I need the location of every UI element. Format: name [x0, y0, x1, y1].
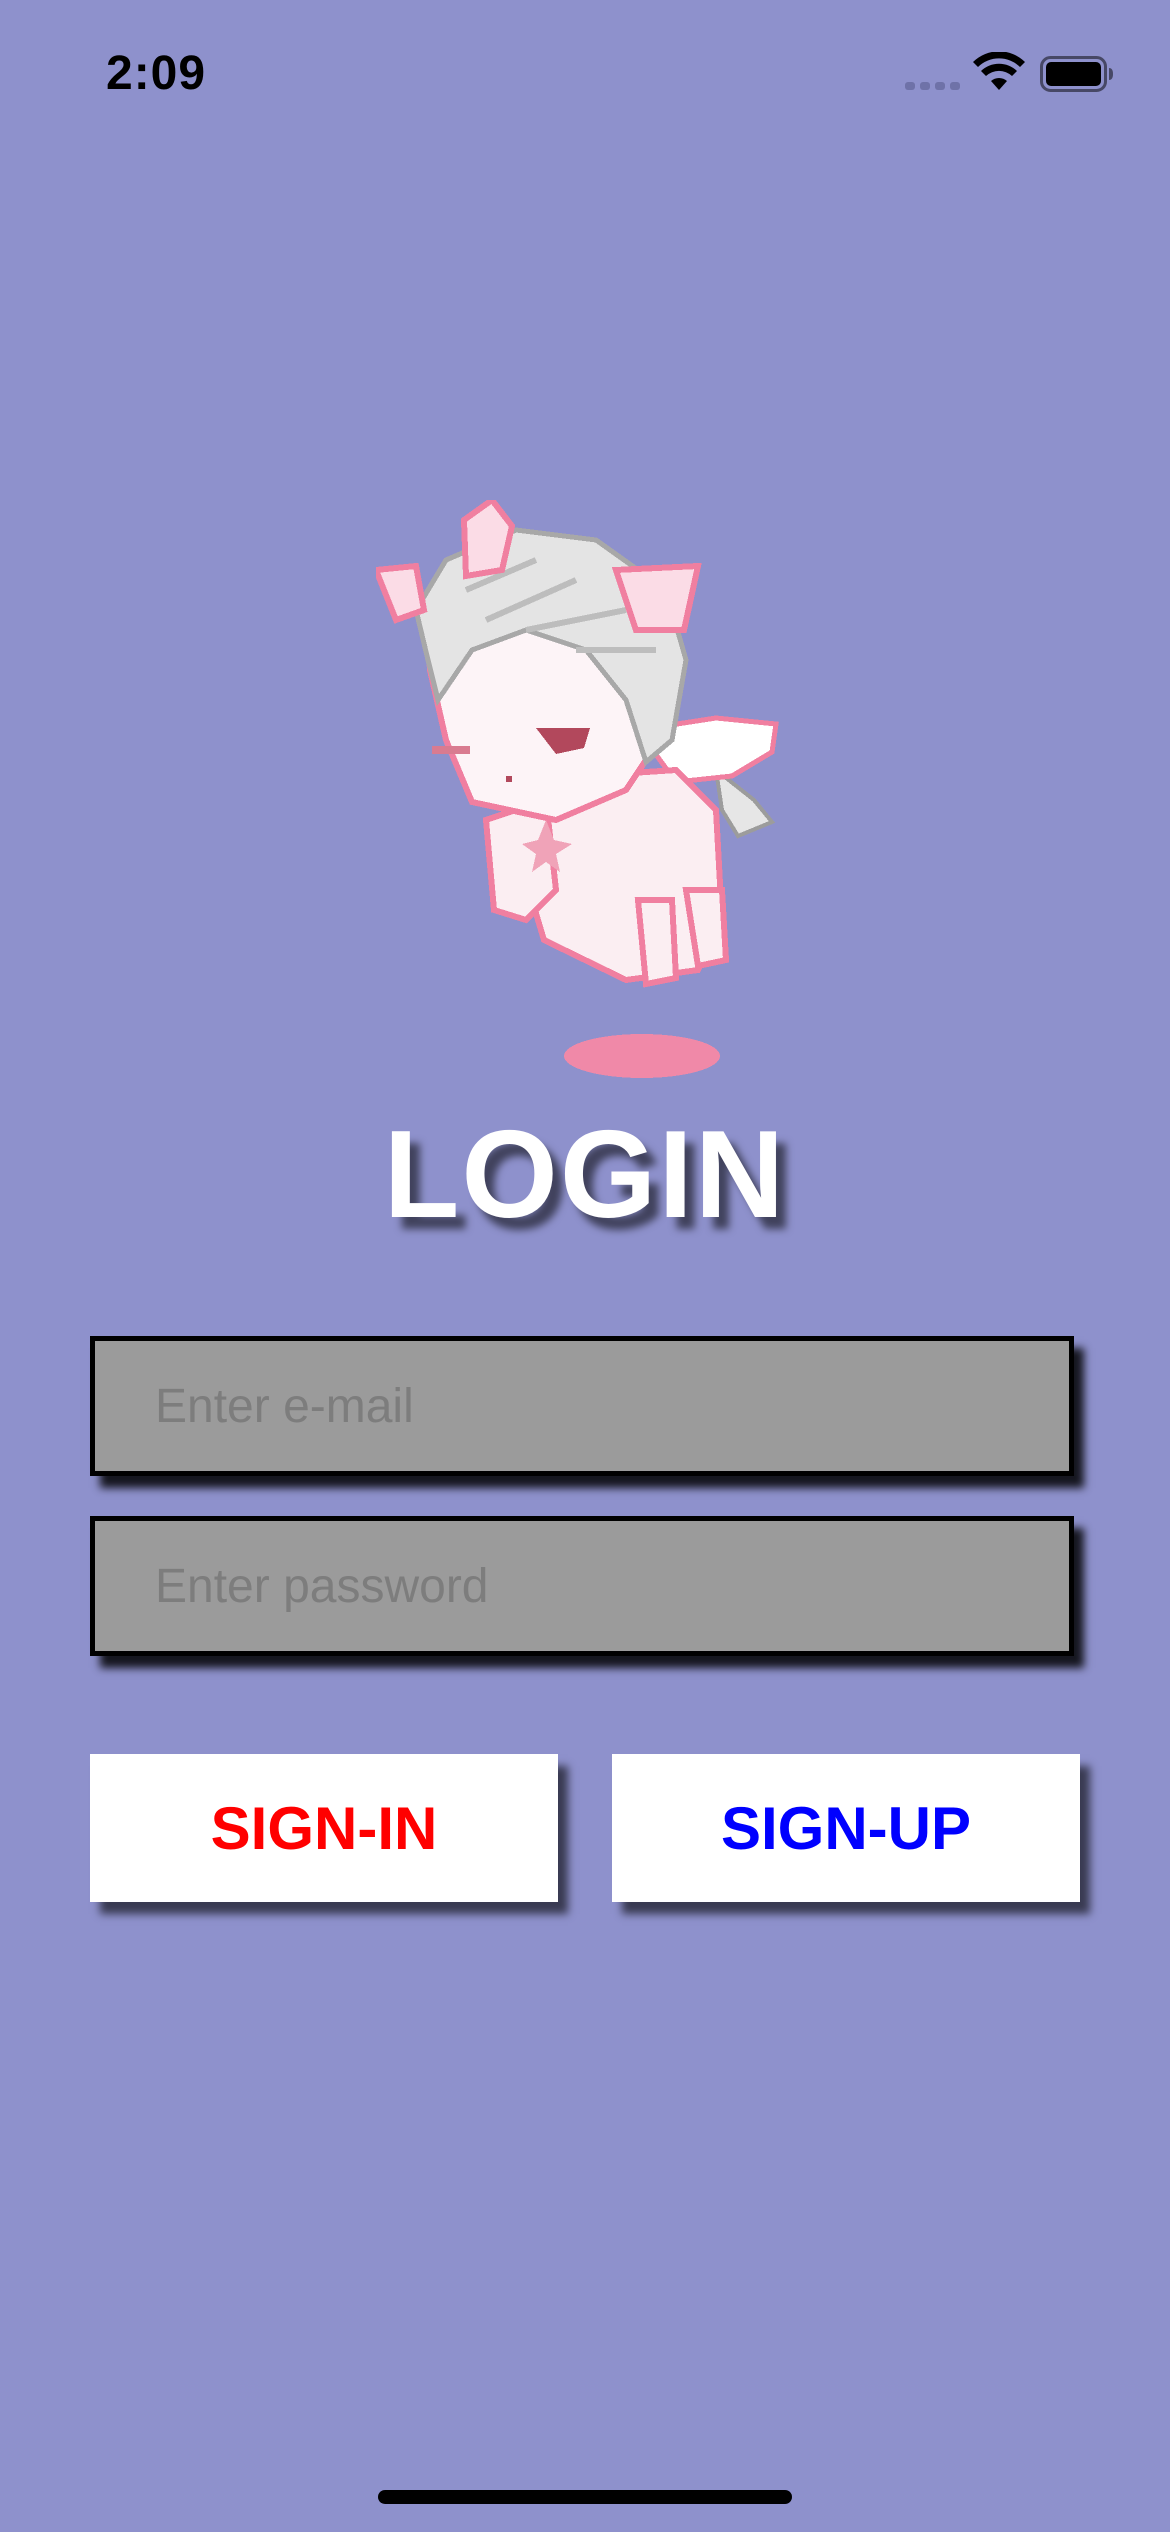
password-field[interactable] [90, 1516, 1074, 1656]
status-bar: 2:09 [0, 0, 1170, 150]
signal-icon [905, 82, 960, 90]
sign-up-button[interactable]: SIGN-UP [612, 1754, 1080, 1902]
sign-in-button[interactable]: SIGN-IN [90, 1754, 558, 1902]
page-title: LOGIN [383, 1106, 787, 1244]
battery-icon [1040, 56, 1113, 92]
sign-up-label: SIGN-UP [720, 1794, 972, 1862]
wifi-icon [973, 52, 1025, 90]
mascot-image [376, 500, 779, 1078]
status-time: 2:09 [106, 47, 207, 100]
email-field[interactable] [90, 1336, 1074, 1476]
home-indicator[interactable] [378, 2490, 792, 2504]
sign-in-label: SIGN-IN [210, 1794, 438, 1862]
